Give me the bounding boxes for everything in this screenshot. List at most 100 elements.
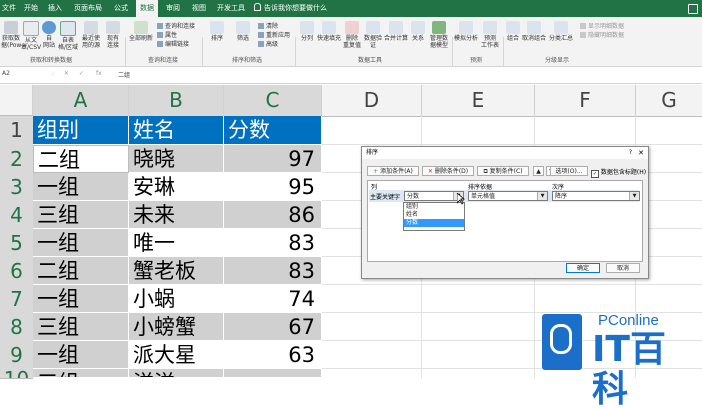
properties-button[interactable]: 属性 xyxy=(157,30,177,39)
close-icon[interactable]: ✕ xyxy=(638,147,644,159)
column-header-e[interactable]: E xyxy=(422,85,535,117)
table-cell[interactable]: 二组 xyxy=(33,257,129,285)
tab-developer[interactable]: 开发工具 xyxy=(214,0,248,17)
table-header-group[interactable]: 组别 xyxy=(33,116,129,145)
column-header-d[interactable]: D xyxy=(322,85,422,117)
tab-formulas[interactable]: 公式 xyxy=(110,0,132,17)
group-button[interactable]: 组合 xyxy=(505,21,521,42)
tab-home[interactable]: 开始 xyxy=(20,0,42,17)
share-icon[interactable] xyxy=(688,4,698,14)
table-cell[interactable]: 一组 xyxy=(33,341,129,369)
flash-fill-button[interactable]: 快速填充 xyxy=(317,21,341,42)
table-header-score[interactable]: 分数 xyxy=(224,116,322,145)
table-cell[interactable]: 一组 xyxy=(33,229,129,257)
forecast-sheet-button[interactable]: 预测 工作表 xyxy=(479,21,501,49)
recent-sources-button[interactable]: 最近使 用的源 xyxy=(79,21,103,49)
dropdown-option[interactable]: 姓名 xyxy=(404,211,464,219)
delete-level-button[interactable]: ✕ 删除条件(D) xyxy=(422,166,474,176)
column-header-g[interactable]: G xyxy=(636,85,702,117)
row-header-3[interactable]: 3 xyxy=(0,173,33,202)
row-header-7[interactable]: 7 xyxy=(0,285,33,314)
table-cell[interactable]: 一组 xyxy=(33,285,129,313)
filter-button[interactable]: 筛选 xyxy=(234,21,252,42)
tab-insert[interactable]: 插入 xyxy=(44,0,66,17)
relationships-button[interactable]: 关系 xyxy=(409,21,427,42)
table-cell[interactable]: 74 xyxy=(224,285,322,313)
tab-file[interactable]: 文件 xyxy=(0,0,18,17)
table-cell[interactable]: 97 xyxy=(224,145,322,173)
what-if-analysis-button[interactable]: 模拟分析 xyxy=(454,21,478,42)
refresh-all-button[interactable]: 全部刷新 xyxy=(128,21,154,42)
formula-input[interactable]: 二组 xyxy=(118,70,130,79)
table-cell[interactable]: 二组 xyxy=(33,145,129,173)
tab-data[interactable]: 数据 xyxy=(136,0,158,17)
from-table-button[interactable]: 自表 格/区域 xyxy=(58,21,78,51)
edit-links-button[interactable]: 编辑链接 xyxy=(157,39,189,48)
formula-bar-buttons[interactable]: : ✕ ✓ xyxy=(52,70,88,77)
sort-button[interactable]: 排序 xyxy=(208,21,226,42)
row-header-8[interactable]: 8 xyxy=(0,313,33,342)
column-header-b[interactable]: B xyxy=(129,85,224,118)
add-level-button[interactable]: + 添加条件(A) xyxy=(367,166,419,176)
from-web-button[interactable]: 自 网站 xyxy=(41,21,57,49)
reapply-button[interactable]: 重新应用 xyxy=(258,30,290,39)
has-header-checkbox[interactable]: ✓ 数据包含标题(H) xyxy=(591,167,646,178)
text-to-columns-button[interactable]: 分列 xyxy=(298,21,316,42)
row-header-4[interactable]: 4 xyxy=(0,201,33,230)
dropdown-option[interactable]: 组别 xyxy=(404,203,464,211)
row-header-1[interactable]: 1 xyxy=(0,116,33,146)
order-select[interactable]: 降序 ▼ xyxy=(552,191,640,201)
existing-connections-button[interactable]: 现有 连接 xyxy=(104,21,122,49)
table-cell[interactable]: 未来 xyxy=(129,201,224,229)
subtotal-button[interactable]: 分类汇总 xyxy=(548,21,574,42)
cancel-button[interactable]: 取消 xyxy=(606,263,640,273)
row-header-2[interactable]: 2 xyxy=(0,145,33,174)
show-detail-button[interactable]: 显示明细数据 xyxy=(580,21,624,30)
table-cell[interactable]: 派大星 xyxy=(129,341,224,369)
options-button[interactable]: 选项(O)... xyxy=(550,166,588,176)
consolidate-button[interactable]: 合并计算 xyxy=(384,21,408,42)
clear-filter-button[interactable]: 清除 xyxy=(258,21,278,30)
column-header-f[interactable]: F xyxy=(535,85,636,117)
tell-me-search[interactable]: 告诉我你想要做什么 xyxy=(254,0,354,17)
sort-on-select[interactable]: 单元格值 ▼ xyxy=(468,191,548,201)
table-cell[interactable]: 蟹老板 xyxy=(129,257,224,285)
table-cell[interactable]: 三组 xyxy=(33,369,129,378)
sort-by-select[interactable]: 分数▼ xyxy=(404,191,464,201)
table-cell[interactable]: 小蜗 xyxy=(129,285,224,313)
ok-button[interactable]: 确定 xyxy=(566,263,600,273)
move-up-button[interactable]: ▲ xyxy=(533,166,544,176)
row-header-9[interactable]: 9 xyxy=(0,341,33,370)
table-cell[interactable]: 83 xyxy=(224,257,322,285)
table-cell[interactable]: 唯一 xyxy=(129,229,224,257)
from-text-csv-button[interactable]: 从文 本/CSV xyxy=(21,21,41,51)
table-cell[interactable]: 63 xyxy=(224,341,322,369)
copy-level-button[interactable]: ⧉ 复制条件(C) xyxy=(477,166,529,176)
row-header-6[interactable]: 6 xyxy=(0,257,33,286)
table-cell[interactable]: 83 xyxy=(224,229,322,257)
table-cell[interactable]: 晓晓 xyxy=(129,145,224,173)
get-data-button[interactable]: 获取数 据(Power xyxy=(1,21,27,49)
row-header-5[interactable]: 5 xyxy=(0,229,33,258)
table-cell[interactable]: 洋洋 xyxy=(129,369,224,378)
tab-review[interactable]: 审阅 xyxy=(162,0,184,17)
queries-connections-button[interactable]: 查询和连接 xyxy=(157,21,195,30)
table-cell[interactable]: 67 xyxy=(224,313,322,341)
table-cell[interactable]: 三组 xyxy=(33,313,129,341)
table-cell[interactable]: 一组 xyxy=(33,173,129,201)
table-cell[interactable]: 安琳 xyxy=(129,173,224,201)
select-all-corner[interactable] xyxy=(0,85,33,116)
advanced-filter-button[interactable]: 高级 xyxy=(258,39,278,48)
table-cell[interactable]: 86 xyxy=(224,201,322,229)
help-icon[interactable]: ? xyxy=(629,147,632,159)
column-header-a[interactable]: A xyxy=(33,85,129,118)
table-cell[interactable]: 95 xyxy=(224,173,322,201)
tab-page-layout[interactable]: 页面布局 xyxy=(70,0,106,17)
data-validation-button[interactable]: 数据验 证 xyxy=(363,21,383,49)
table-cell[interactable] xyxy=(224,369,322,378)
dropdown-option-selected[interactable]: 分数 xyxy=(404,219,464,227)
table-cell[interactable]: 三组 xyxy=(33,201,129,229)
tab-view[interactable]: 视图 xyxy=(188,0,210,17)
hide-detail-button[interactable]: 隐藏明细数据 xyxy=(580,30,624,39)
column-header-c[interactable]: C xyxy=(224,85,322,118)
